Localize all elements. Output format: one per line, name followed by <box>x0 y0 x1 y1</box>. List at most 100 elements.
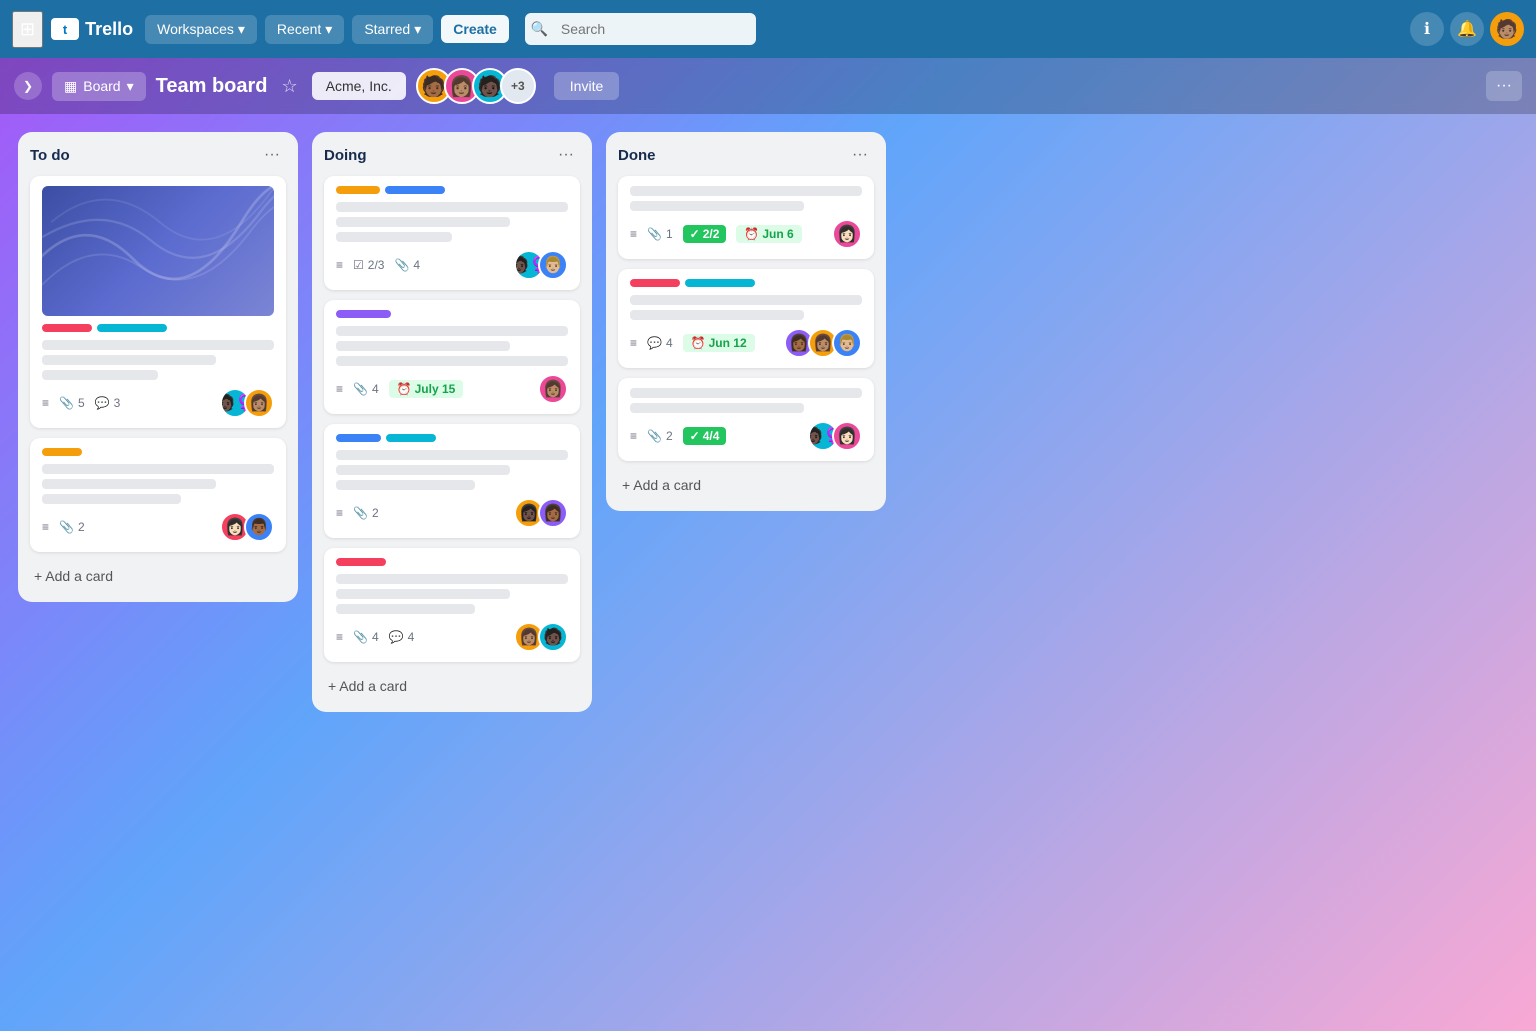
text-line <box>42 479 216 489</box>
card-footer: ≡ 📎 1 ✓ 2/2 ⏰ Jun 6 👩🏻 <box>630 219 862 249</box>
board-view-button[interactable]: ▦ Board ▾ <box>52 72 146 101</box>
label-yellow <box>336 186 380 194</box>
card-done-2[interactable]: ≡ 💬 4 ⏰ Jun 12 👩🏾 👩🏽 👨🏼 <box>618 269 874 368</box>
card-avatars: 🧑🏿‍♀️ 👨🏼 <box>514 250 568 280</box>
card-footer: ≡ 💬 4 ⏰ Jun 12 👩🏾 👩🏽 👨🏼 <box>630 328 862 358</box>
search-input[interactable] <box>525 13 756 45</box>
search-icon: 🔍 <box>531 21 548 38</box>
starred-menu[interactable]: Starred ▾ <box>352 15 433 44</box>
card-text <box>42 464 274 504</box>
clock-icon: ⏰ <box>744 227 759 241</box>
text-line <box>42 464 274 474</box>
board-view-icon: ▦ <box>64 78 77 95</box>
card-avatars: 👩🏾 👩🏽 👨🏼 <box>784 328 862 358</box>
members-extra-badge[interactable]: +3 <box>500 68 536 104</box>
label-cyan <box>386 434 436 442</box>
card-avatar: 👩🏾 <box>538 498 568 528</box>
chevron-down-icon: ▾ <box>414 21 421 38</box>
workspaces-menu[interactable]: Workspaces ▾ <box>145 15 257 44</box>
column-done-menu[interactable]: ··· <box>846 144 874 166</box>
card-avatar: 👨🏼 <box>832 328 862 358</box>
card-avatar: 👩🏽 <box>244 388 274 418</box>
text-line <box>42 355 216 365</box>
add-card-button-done[interactable]: + Add a card <box>618 471 874 499</box>
desc-meta: ≡ <box>630 227 637 241</box>
text-line <box>630 186 862 196</box>
attachment-meta: 📎 2 <box>647 429 673 443</box>
label-yellow <box>42 448 82 456</box>
clock-icon: ⏰ <box>691 336 706 350</box>
column-done: Done ··· ≡ 📎 1 ✓ 2/2 ⏰ Jun 6 <box>606 132 886 511</box>
text-line <box>630 388 862 398</box>
comment-meta: 💬 3 <box>95 396 121 410</box>
checklist-badge: ✓ 4/4 <box>683 427 727 445</box>
sidebar-collapse-button[interactable]: ❯ <box>14 72 42 100</box>
recent-menu[interactable]: Recent ▾ <box>265 15 344 44</box>
text-line <box>336 589 510 599</box>
chevron-down-icon: ▾ <box>127 78 134 95</box>
card-labels <box>336 558 568 566</box>
notifications-button[interactable]: 🔔 <box>1450 12 1484 46</box>
card-text <box>630 295 862 320</box>
add-card-button-todo[interactable]: + Add a card <box>30 562 286 590</box>
app-logo[interactable]: t Trello <box>51 18 133 40</box>
card-doing-3[interactable]: ≡ 📎 2 👩🏿 👩🏾 <box>324 424 580 538</box>
text-line <box>336 232 452 242</box>
label-blue <box>336 434 381 442</box>
card-text <box>336 574 568 614</box>
card-text <box>630 388 862 413</box>
label-cyan <box>97 324 167 332</box>
card-todo-1[interactable]: ≡ 📎 5 💬 3 🧑🏿‍♀️ 👩🏽 <box>30 176 286 428</box>
attachment-meta: 📎 2 <box>59 520 85 534</box>
desc-meta: ≡ <box>336 382 343 396</box>
chevron-down-icon: ▾ <box>238 21 245 38</box>
attachment-meta: 📎 5 <box>59 396 85 410</box>
desc-meta: ≡ <box>336 258 343 272</box>
column-doing-header: Doing ··· <box>324 144 580 166</box>
board-more-button[interactable]: ··· <box>1486 71 1522 101</box>
column-done-header: Done ··· <box>618 144 874 166</box>
checklist-badge: ✓ 2/2 <box>683 225 727 243</box>
workspace-button[interactable]: Acme, Inc. <box>312 72 406 100</box>
add-card-button-doing[interactable]: + Add a card <box>324 672 580 700</box>
card-avatar: 👨🏼 <box>538 250 568 280</box>
due-date-badge: ⏰ Jun 6 <box>736 225 801 243</box>
card-cover-image <box>42 186 274 316</box>
board-members: 🧑🏾 👩🏽 🧑🏿 +3 <box>416 68 536 104</box>
card-done-1[interactable]: ≡ 📎 1 ✓ 2/2 ⏰ Jun 6 👩🏻 <box>618 176 874 259</box>
text-line <box>42 370 158 380</box>
column-doing-menu[interactable]: ··· <box>552 144 580 166</box>
checklist-meta: ☑ 2/3 <box>353 258 384 272</box>
create-button[interactable]: Create <box>441 15 509 43</box>
card-text <box>336 450 568 490</box>
check-icon: ✓ <box>690 429 700 443</box>
desc-meta: ≡ <box>630 336 637 350</box>
card-doing-4[interactable]: ≡ 📎 4 💬 4 👩🏽 🧑🏿 <box>324 548 580 662</box>
card-avatar: 👩🏻 <box>832 219 862 249</box>
grid-menu-icon[interactable]: ⊞ <box>12 11 43 48</box>
text-line <box>336 480 475 490</box>
card-text <box>42 340 274 380</box>
card-footer: ≡ 📎 2 👩🏿 👩🏾 <box>336 498 568 528</box>
star-button[interactable]: ☆ <box>278 72 302 101</box>
card-doing-2[interactable]: ≡ 📎 4 ⏰ July 15 👩🏽 <box>324 300 580 414</box>
info-button[interactable]: ℹ <box>1410 12 1444 46</box>
column-todo-menu[interactable]: ··· <box>258 144 286 166</box>
column-todo-title: To do <box>30 147 70 164</box>
user-avatar[interactable]: 🧑🏽 <box>1490 12 1524 46</box>
card-footer: ≡ 📎 4 ⏰ July 15 👩🏽 <box>336 374 568 404</box>
card-done-3[interactable]: ≡ 📎 2 ✓ 4/4 🧑🏿‍♀️ 👩🏻 <box>618 378 874 461</box>
label-blue <box>385 186 445 194</box>
card-todo-2[interactable]: ≡ 📎 2 👩🏻 👨🏾 <box>30 438 286 552</box>
desc-meta: ≡ <box>42 396 49 410</box>
text-line <box>630 403 804 413</box>
card-doing-1[interactable]: ≡ ☑ 2/3 📎 4 🧑🏿‍♀️ 👨🏼 <box>324 176 580 290</box>
card-footer: ≡ 📎 2 👩🏻 👨🏾 <box>42 512 274 542</box>
text-line <box>336 217 510 227</box>
nav-right-actions: ℹ 🔔 🧑🏽 <box>1410 12 1524 46</box>
card-labels <box>336 434 568 442</box>
invite-button[interactable]: Invite <box>554 72 619 100</box>
column-todo-header: To do ··· <box>30 144 286 166</box>
text-line <box>42 494 181 504</box>
card-footer: ≡ 📎 4 💬 4 👩🏽 🧑🏿 <box>336 622 568 652</box>
